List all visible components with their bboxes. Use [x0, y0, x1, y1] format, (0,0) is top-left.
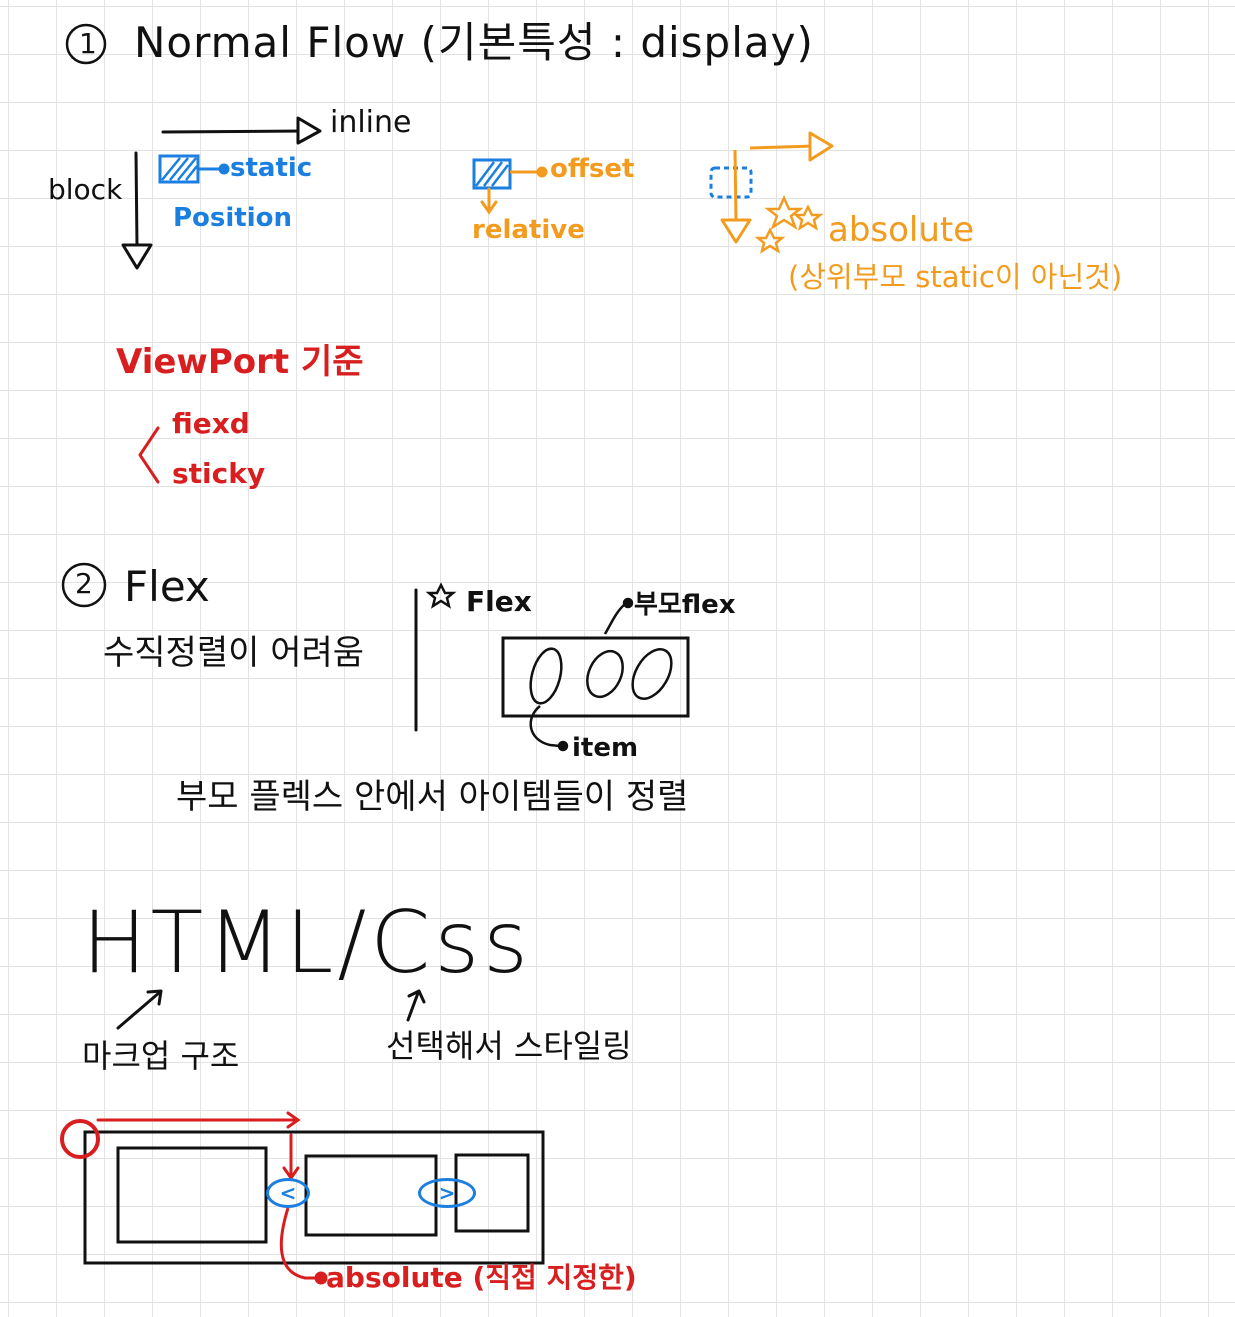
static-box — [158, 154, 200, 184]
offset-label: offset — [550, 154, 635, 184]
section2-title: Flex — [124, 562, 210, 611]
flex-label: Flex — [466, 585, 532, 618]
static-pointer-arrow — [198, 163, 230, 175]
relative-box — [472, 158, 512, 190]
section2-note: 수직정렬이 어려움 — [103, 633, 365, 673]
viewport-label: ViewPort 기준 — [116, 342, 364, 382]
absolute-note-pointer — [279, 1207, 328, 1285]
section3-title: HTML/Css — [82, 893, 532, 993]
absolute-right-arrow — [749, 131, 834, 162]
static-label: static — [230, 153, 313, 183]
relative-down-arrow — [480, 187, 498, 215]
slide-box-2 — [304, 1154, 438, 1237]
axis-block-label: block — [48, 173, 123, 206]
carousel-prev-button[interactable]: < — [266, 1178, 310, 1208]
fixed-label: fiexd — [172, 407, 250, 440]
origin-down-arrow — [282, 1133, 300, 1181]
slide-box-1 — [116, 1146, 268, 1244]
sticky-label: sticky — [172, 457, 266, 490]
origin-circle — [60, 1119, 100, 1159]
section2-caption: 부모 플렉스 안에서 아이템들이 정렬 — [176, 777, 689, 817]
item-pointer — [529, 705, 569, 752]
item-label: item — [572, 733, 639, 763]
viewport-bracket — [138, 426, 160, 484]
origin-right-arrow — [96, 1111, 301, 1129]
axis-inline-label: inline — [330, 105, 412, 140]
block-axis-arrow — [121, 151, 153, 270]
star-icon — [425, 582, 457, 609]
html-pointer-arrow — [116, 989, 163, 1030]
inline-axis-arrow — [161, 116, 322, 145]
absolute-dashed-box — [709, 166, 753, 199]
parent-flex-label: 부모flex — [634, 590, 736, 620]
section1-title: Normal Flow (기본특성 : display) — [134, 18, 814, 67]
html-note: 마크업 구조 — [82, 1037, 240, 1075]
position-label: Position — [173, 203, 293, 233]
absolute-direct-note: absolute (직접 지정한) — [326, 1261, 637, 1294]
section1-number: 1 — [79, 27, 97, 60]
section2-number: 2 — [75, 567, 93, 600]
css-note: 선택해서 스타일링 — [386, 1027, 632, 1065]
flex-items-sketch — [529, 647, 673, 705]
carousel-next-button[interactable]: > — [418, 1178, 476, 1208]
absolute-note: (상위부모 static이 아닌것) — [788, 260, 1123, 294]
parent-flex-pointer — [603, 597, 634, 635]
absolute-label: absolute — [828, 210, 975, 250]
offset-arrow — [510, 166, 548, 178]
prev-glyph: < — [279, 1181, 297, 1205]
css-pointer-arrow — [406, 989, 426, 1022]
next-glyph: > — [438, 1181, 456, 1205]
relative-label: relative — [472, 215, 585, 245]
star-icon — [754, 194, 824, 254]
